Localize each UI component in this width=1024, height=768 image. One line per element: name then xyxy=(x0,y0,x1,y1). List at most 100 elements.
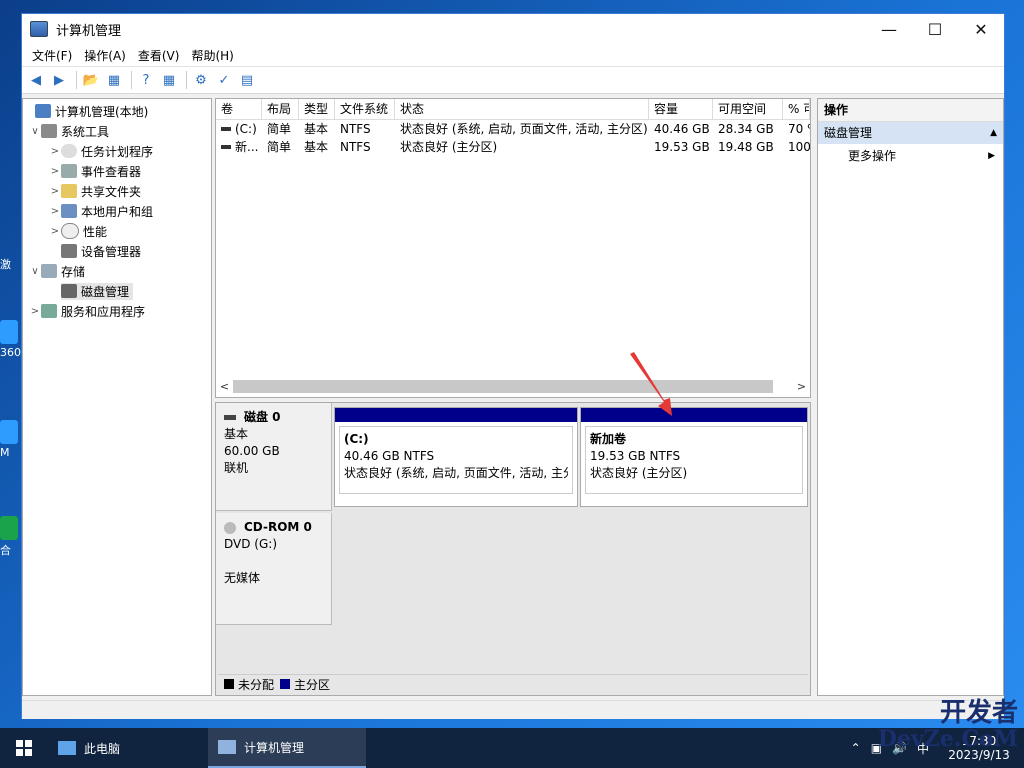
chevron-right-icon[interactable]: > xyxy=(49,146,61,157)
maximize-button[interactable]: ☐ xyxy=(912,14,958,44)
disk-0-label[interactable]: 磁盘 0 基本 60.00 GB 联机 xyxy=(216,403,332,511)
chevron-right-icon[interactable]: > xyxy=(49,206,61,217)
scroll-left-icon[interactable]: < xyxy=(216,380,233,393)
legend-swatch-primary xyxy=(280,679,291,689)
partition-name: (C:) xyxy=(344,432,369,446)
column-header-status[interactable]: 状态 xyxy=(395,99,649,119)
scroll-right-icon[interactable]: > xyxy=(793,380,810,393)
column-header-free-space[interactable]: 可用空间 xyxy=(713,99,783,119)
tree-item-shared-folders[interactable]: > 共享文件夹 xyxy=(23,181,211,201)
disk-graphical-view: 磁盘 0 基本 60.00 GB 联机 (C:) 40.46 GB NTFS 状… xyxy=(215,402,811,696)
column-header-capacity[interactable]: 容量 xyxy=(649,99,713,119)
properties-icon[interactable]: ▤ xyxy=(237,70,257,90)
taskbar-this-pc-label: 此电脑 xyxy=(84,741,121,756)
tree-item-label: 共享文件夹 xyxy=(81,184,142,199)
performance-icon xyxy=(61,223,79,239)
menu-action[interactable]: 操作(A) xyxy=(78,47,132,64)
start-button[interactable] xyxy=(0,728,48,768)
desktop-icon-he[interactable]: 合 xyxy=(0,516,22,558)
chevron-down-icon[interactable]: ∨ xyxy=(29,266,41,277)
cdrom-status: 无媒体 xyxy=(224,571,261,585)
column-header-percent-free[interactable]: % 可 xyxy=(783,99,810,119)
cdrom-0-label[interactable]: CD-ROM 0 DVD (G:) 无媒体 xyxy=(216,513,332,625)
desktop-icon-360[interactable]: 360 xyxy=(0,320,22,359)
disk-icon xyxy=(61,284,77,298)
chevron-down-icon[interactable]: ∨ xyxy=(29,126,41,137)
tree-item-system-tools[interactable]: ∨ 系统工具 xyxy=(23,121,211,141)
cell-percent-free: 70 % xyxy=(788,122,810,136)
chevron-right-icon[interactable]: > xyxy=(49,166,61,177)
desktop-icon-1[interactable]: 激 xyxy=(0,256,22,272)
tree-item-device-manager[interactable]: 设备管理器 xyxy=(23,241,211,261)
partition-new-volume[interactable]: 新加卷 19.53 GB NTFS 状态良好 (主分区) xyxy=(580,407,808,507)
tree-item-task-scheduler[interactable]: > 任务计划程序 xyxy=(23,141,211,161)
partition-size: 19.53 GB NTFS xyxy=(590,449,681,463)
chevron-right-icon[interactable]: > xyxy=(49,186,61,197)
tree-item-services-apps[interactable]: > 服务和应用程序 xyxy=(23,301,211,321)
up-folder-icon[interactable]: 📂 xyxy=(81,70,101,90)
computer-management-window: 计算机管理 — ☐ ✕ 文件(F) 操作(A) 查看(V) 帮助(H) ◀ ▶ … xyxy=(21,13,1005,719)
cdrom-icon xyxy=(224,521,236,534)
tree-item-label: 计算机管理(本地) xyxy=(55,104,149,119)
help-icon[interactable]: ? xyxy=(136,70,156,90)
tree-item-performance[interactable]: > 性能 xyxy=(23,221,211,241)
cdrom-empty-area xyxy=(332,513,810,625)
desktop-icon-360-label: 360 xyxy=(0,346,21,359)
show-hide-action-pane-icon[interactable]: ▦ xyxy=(159,70,179,90)
table-row[interactable]: 新... 简单 基本 NTFS 状态良好 (主分区) 19.53 GB 19.4… xyxy=(216,138,810,156)
chevron-up-icon[interactable]: ⌃ xyxy=(851,741,861,755)
chevron-right-icon[interactable]: > xyxy=(29,306,41,317)
close-button[interactable]: ✕ xyxy=(958,14,1004,44)
minimize-button[interactable]: — xyxy=(866,14,912,44)
menu-view[interactable]: 查看(V) xyxy=(132,47,186,64)
show-hide-tree-icon[interactable]: ▦ xyxy=(104,70,124,90)
taskbar-this-pc[interactable]: 此电脑 xyxy=(48,728,208,768)
disk-0-partitions: (C:) 40.46 GB NTFS 状态良好 (系统, 启动, 页面文件, 活… xyxy=(332,403,810,511)
more-actions-item[interactable]: 更多操作 ▶ xyxy=(818,144,1003,168)
menu-file[interactable]: 文件(F) xyxy=(26,47,78,64)
cdrom-drive: DVD (G:) xyxy=(224,537,277,551)
cdrom-name: CD-ROM 0 xyxy=(244,520,312,534)
back-icon[interactable]: ◀ xyxy=(26,70,46,90)
check-icon[interactable]: ✓ xyxy=(214,70,234,90)
legend-primary: 主分区 xyxy=(294,677,331,692)
menu-help[interactable]: 帮助(H) xyxy=(185,47,239,64)
actions-section-disk-management[interactable]: 磁盘管理 ▲ xyxy=(818,122,1003,144)
legend-unallocated: 未分配 xyxy=(238,677,275,692)
column-header-filesystem[interactable]: 文件系统 xyxy=(335,99,395,119)
tree-item-storage[interactable]: ∨ 存储 xyxy=(23,261,211,281)
tree-item-disk-management[interactable]: 磁盘管理 xyxy=(23,281,211,301)
desktop-icon-m[interactable]: M xyxy=(0,420,22,459)
partition-c[interactable]: (C:) 40.46 GB NTFS 状态良好 (系统, 启动, 页面文件, 活… xyxy=(334,407,578,507)
partition-name: 新加卷 xyxy=(590,432,627,446)
disk-icon xyxy=(224,415,236,420)
shared-folder-icon xyxy=(61,184,77,198)
horizontal-scrollbar[interactable]: < > xyxy=(216,378,810,395)
forward-icon[interactable]: ▶ xyxy=(49,70,69,90)
chevron-right-icon[interactable]: > xyxy=(49,226,61,237)
watermark: 开发者 DevZe.CoM xyxy=(878,700,1018,752)
collapse-up-icon[interactable]: ▲ xyxy=(990,122,997,144)
actions-pane: 操作 磁盘管理 ▲ 更多操作 ▶ xyxy=(817,98,1004,696)
column-header-type[interactable]: 类型 xyxy=(299,99,335,119)
cell-status: 状态良好 (系统, 启动, 页面文件, 活动, 主分区) xyxy=(400,122,648,136)
table-row[interactable]: (C:) 简单 基本 NTFS 状态良好 (系统, 启动, 页面文件, 活动, … xyxy=(216,120,810,138)
toolbar-separator xyxy=(76,71,77,89)
tree-item-root[interactable]: 计算机管理(本地) xyxy=(23,101,211,121)
taskbar-computer-management[interactable]: 计算机管理 xyxy=(208,728,366,768)
scrollbar-thumb[interactable] xyxy=(233,380,773,393)
volume-list: 卷 布局 类型 文件系统 状态 容量 可用空间 % 可 (C:) 简单 基本 N… xyxy=(215,98,811,398)
column-header-layout[interactable]: 布局 xyxy=(262,99,299,119)
title-bar[interactable]: 计算机管理 — ☐ ✕ xyxy=(22,14,1004,44)
window-title: 计算机管理 xyxy=(56,23,122,39)
column-header-volume[interactable]: 卷 xyxy=(216,99,262,119)
tree-item-local-users[interactable]: > 本地用户和组 xyxy=(23,201,211,221)
tree-item-event-viewer[interactable]: > 事件查看器 xyxy=(23,161,211,181)
computer-icon xyxy=(35,104,51,118)
computer-management-icon xyxy=(218,740,236,754)
partition-status: 状态良好 (主分区) xyxy=(590,466,688,480)
tree-item-label: 性能 xyxy=(83,224,108,239)
device-manager-icon xyxy=(61,244,77,258)
connect-icon[interactable]: ⚙ xyxy=(191,70,211,90)
center-pane: 卷 布局 类型 文件系统 状态 容量 可用空间 % 可 (C:) 简单 基本 N… xyxy=(215,98,811,696)
